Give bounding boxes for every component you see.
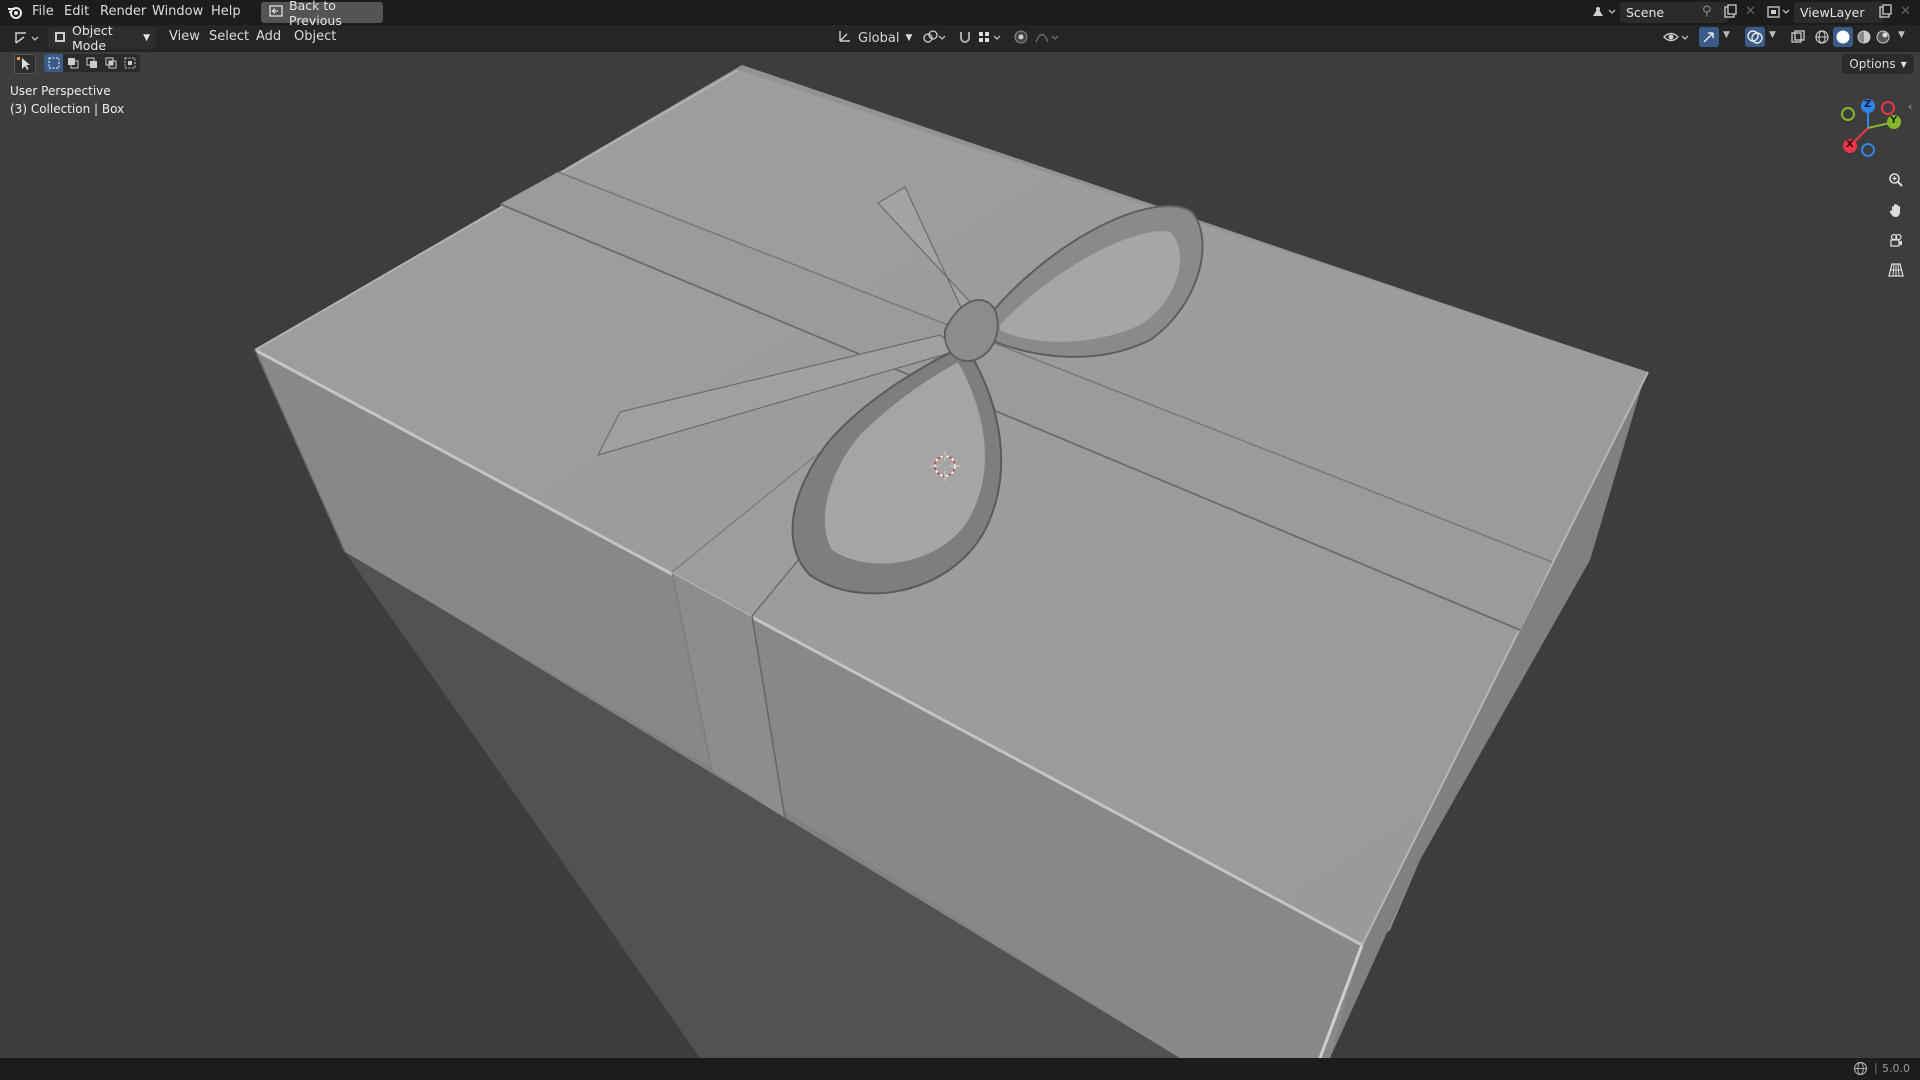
status-divider: | bbox=[1874, 1061, 1878, 1074]
options-dropdown[interactable]: Options ▼ bbox=[1842, 54, 1914, 74]
menu-help[interactable]: Help bbox=[211, 4, 241, 19]
new-scene-icon[interactable] bbox=[1722, 4, 1738, 24]
viewlayer-selector-icon[interactable] bbox=[1766, 4, 1792, 24]
pin-icon[interactable]: ⚲ bbox=[1702, 4, 1712, 19]
scene-field[interactable]: Scene bbox=[1620, 2, 1728, 23]
xray-toggle-icon[interactable] bbox=[1790, 29, 1806, 49]
chevron-down-icon[interactable]: ▼ bbox=[1723, 30, 1730, 40]
viewport-scene[interactable] bbox=[0, 52, 1920, 1058]
snap-toggle-icon[interactable] bbox=[957, 29, 973, 49]
back-to-previous-button[interactable]: Back to Previous bbox=[261, 0, 383, 28]
wireframe-shading-icon[interactable] bbox=[1814, 29, 1830, 49]
pan-hand-icon[interactable] bbox=[1883, 197, 1909, 223]
scene-selector-icon[interactable] bbox=[1590, 4, 1616, 24]
orientation-label: Global bbox=[858, 30, 900, 46]
back-icon bbox=[269, 4, 283, 21]
gizmo-toggle-icon[interactable] bbox=[1699, 27, 1719, 47]
menu-window[interactable]: Window bbox=[152, 4, 203, 19]
material-preview-shading-icon[interactable] bbox=[1856, 29, 1872, 49]
back-to-previous-label: Back to Previous bbox=[289, 0, 342, 28]
select-extend-icon[interactable] bbox=[63, 54, 82, 72]
transform-orientation-selector[interactable]: Global ▼ bbox=[838, 28, 912, 48]
overlays-toggle-icon[interactable] bbox=[1745, 27, 1765, 47]
top-bar: File Edit Render Window Help Back to Pre… bbox=[0, 0, 1920, 28]
mode-label: Object Mode bbox=[72, 23, 113, 53]
solid-shading-icon[interactable] bbox=[1833, 27, 1853, 47]
scene-name: Scene bbox=[1626, 5, 1665, 20]
menu-object[interactable]: Object bbox=[294, 29, 336, 44]
delete-scene-icon[interactable]: ✕ bbox=[1745, 4, 1756, 19]
chevron-down-icon: ▼ bbox=[905, 33, 913, 43]
falloff-icon[interactable] bbox=[1034, 29, 1062, 49]
blender-logo-icon[interactable] bbox=[6, 3, 24, 25]
new-viewlayer-icon[interactable] bbox=[1877, 4, 1893, 24]
viewlayer-field[interactable]: ViewLayer bbox=[1794, 2, 1884, 23]
zoom-icon[interactable] bbox=[1883, 167, 1909, 193]
perspective-label: User Perspective bbox=[10, 84, 111, 98]
navigation-gizmo[interactable]: Z Y X bbox=[1826, 92, 1906, 164]
menu-edit[interactable]: Edit bbox=[64, 4, 89, 19]
proportional-editing-icon[interactable] bbox=[1013, 29, 1029, 49]
chevron-down-icon[interactable]: ▼ bbox=[1898, 30, 1905, 40]
object-mode-icon bbox=[54, 31, 66, 46]
select-intersect-icon[interactable] bbox=[120, 54, 139, 72]
snap-increment-icon[interactable] bbox=[977, 29, 1003, 49]
menu-render[interactable]: Render bbox=[100, 4, 146, 19]
gizmo-z-label: Z bbox=[1864, 99, 1872, 110]
orientation-icon bbox=[838, 29, 852, 47]
chevron-down-icon[interactable]: ▼ bbox=[1769, 30, 1776, 40]
select-new-icon[interactable] bbox=[44, 54, 63, 72]
menu-file[interactable]: File bbox=[32, 4, 54, 19]
menu-view[interactable]: View bbox=[169, 29, 200, 44]
3d-viewport[interactable]: Options ▼ User Perspective (3) Collectio… bbox=[0, 52, 1920, 1058]
gizmo-y-label: Y bbox=[1890, 115, 1898, 126]
version-label: 5.0.0 bbox=[1882, 1062, 1910, 1075]
pivot-point-icon[interactable] bbox=[922, 29, 948, 49]
select-tool-icon[interactable] bbox=[14, 54, 36, 74]
select-invert-icon[interactable] bbox=[101, 54, 120, 72]
selection-mode-group bbox=[44, 54, 140, 72]
menu-select[interactable]: Select bbox=[209, 29, 249, 44]
selectability-visibility-icon[interactable] bbox=[1662, 29, 1692, 49]
viewport-header: Object Mode ▼ View Select Add Object Glo… bbox=[0, 23, 1920, 53]
rendered-shading-icon[interactable] bbox=[1875, 29, 1891, 49]
camera-view-icon[interactable] bbox=[1883, 227, 1909, 253]
chevron-down-icon: ▼ bbox=[1900, 59, 1907, 69]
mode-selector[interactable]: Object Mode ▼ bbox=[48, 23, 156, 53]
chevron-down-icon: ▼ bbox=[143, 33, 150, 43]
gizmo-x-label: X bbox=[1846, 139, 1854, 150]
sidebar-toggle-icon[interactable]: ‹ bbox=[1908, 100, 1912, 113]
options-label: Options bbox=[1849, 57, 1896, 71]
collection-label: (3) Collection | Box bbox=[10, 102, 125, 116]
status-bar: | 5.0.0 bbox=[0, 1058, 1920, 1080]
delete-viewlayer-icon[interactable]: ✕ bbox=[1900, 4, 1911, 19]
select-subtract-icon[interactable] bbox=[82, 54, 101, 72]
perspective-toggle-icon[interactable] bbox=[1883, 257, 1909, 283]
viewlayer-name: ViewLayer bbox=[1800, 5, 1865, 20]
editor-type-icon[interactable] bbox=[12, 29, 40, 51]
network-globe-icon bbox=[1853, 1061, 1868, 1079]
menu-add[interactable]: Add bbox=[256, 29, 281, 44]
